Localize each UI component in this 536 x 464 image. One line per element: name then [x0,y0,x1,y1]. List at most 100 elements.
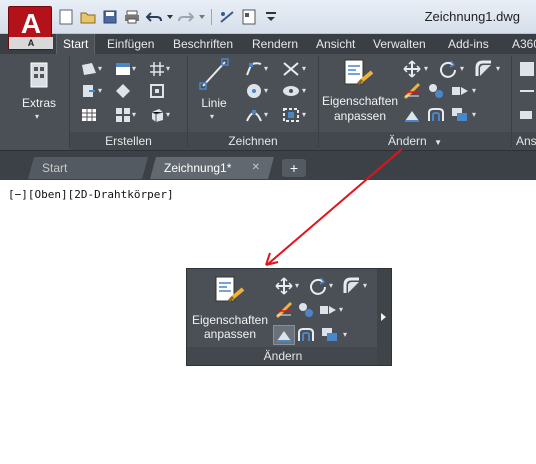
region-icon[interactable] [114,82,132,100]
annotation-dimension-icon[interactable] [518,82,536,100]
line-dropdown-icon[interactable]: ▾ [210,112,214,121]
open-folder-icon[interactable] [78,7,98,27]
save-icon[interactable] [100,7,120,27]
array-icon[interactable] [451,106,469,124]
3d-solid-icon[interactable] [148,106,166,124]
block-icon[interactable] [114,60,132,78]
ellipse-dropdown-icon[interactable]: ▾ [302,86,306,95]
3d-solid-dropdown-icon[interactable]: ▾ [166,110,170,119]
gradient-icon[interactable] [114,106,132,124]
properties-match-icon-enlarged[interactable] [213,275,247,307]
rectangle-dropdown-icon[interactable]: ▾ [98,64,102,73]
file-tab-start[interactable]: Start [28,157,148,179]
mirror-dropdown-icon-enlarged[interactable]: ▾ [339,305,343,314]
tab-beschriften[interactable]: Beschriften [167,34,239,54]
copy-icon-enlarged[interactable] [297,301,315,319]
annotation-text-icon[interactable] [518,60,536,78]
rectangle-icon[interactable] [80,60,98,78]
redo-dropdown-icon[interactable] [198,7,206,27]
rotate-icon-enlarged[interactable] [309,277,327,295]
properties-match-icon[interactable] [342,58,376,90]
offset-icon[interactable] [427,106,445,124]
extras-icon[interactable] [26,60,52,90]
extras-dropdown-icon[interactable]: ▾ [35,112,39,121]
new-file-icon[interactable] [56,7,76,27]
rectangle-select-dropdown-icon[interactable]: ▾ [302,110,306,119]
rectangle-select-icon[interactable] [282,106,300,124]
fillet-dropdown-icon[interactable]: ▾ [496,64,500,73]
rotate-icon[interactable] [439,60,457,78]
fillet-icon-enlarged[interactable] [343,277,361,295]
trim-icon-enlarged[interactable] [275,301,293,319]
line-icon[interactable] [199,58,229,90]
mirror-icon-enlarged[interactable] [319,301,337,319]
file-tab-zeichnung1[interactable]: Zeichnung1* ✕ [150,157,274,179]
workspace-icon[interactable] [239,7,259,27]
insert-dropdown-icon[interactable]: ▾ [98,86,102,95]
extras-label: Extras [21,96,56,110]
mirror-icon[interactable] [451,82,469,100]
mirror-dropdown-icon[interactable]: ▾ [472,86,476,95]
new-tab-button[interactable]: + [282,159,306,177]
array-dropdown-icon[interactable]: ▾ [472,110,476,119]
aendern-panel-dropdown-icon[interactable]: ▼ [434,138,442,147]
tab-rendern[interactable]: Rendern [246,34,304,54]
fillet-icon[interactable] [475,60,493,78]
rotate-dropdown-icon-enlarged[interactable]: ▾ [329,281,333,290]
ellipse-icon[interactable] [282,82,300,100]
circle-dropdown-icon[interactable]: ▾ [264,86,268,95]
undo-icon[interactable] [144,7,164,27]
close-tab-icon[interactable]: ✕ [252,157,260,179]
tab-add-ins[interactable]: Add-ins [442,34,495,54]
arc-icon[interactable] [245,106,263,124]
tab-verwalten[interactable]: Verwalten [367,34,432,54]
table-icon[interactable] [80,106,98,124]
array-dropdown-icon-enlarged[interactable]: ▾ [343,330,347,339]
gradient-dropdown-icon[interactable]: ▾ [132,110,136,119]
viewport-controls-label[interactable]: [−][Oben][2D-Drahtkörper] [8,188,174,201]
arc-dropdown-icon[interactable]: ▾ [264,110,268,119]
annotation-leader-icon[interactable] [518,106,536,124]
fillet-dropdown-icon-enlarged[interactable]: ▾ [363,281,367,290]
properties-match-label-enlarged-2: anpassen [203,327,257,341]
copy-icon[interactable] [427,82,445,100]
app-logo-letter: A [20,8,42,39]
ribbon-panels: Extras ▾ ▾ ▾ ▾ ▾ ▾ ▾ Erstellen Linie ▾ ▾… [0,54,536,150]
offset-icon-enlarged[interactable] [297,326,315,344]
polyline-icon[interactable] [245,60,263,78]
move-dropdown-icon[interactable]: ▾ [424,64,428,73]
rotate-dropdown-icon[interactable]: ▾ [460,64,464,73]
tab-start[interactable]: Start [56,34,96,54]
tab-einfuegen[interactable]: Einfügen [101,34,160,54]
share-icon[interactable] [217,7,237,27]
trim-icon[interactable] [403,82,421,100]
hatch-dropdown-icon[interactable]: ▾ [166,64,170,73]
hatch-icon[interactable] [148,60,166,78]
application-menu-button[interactable]: A A [8,6,53,50]
array-icon-enlarged[interactable] [321,326,339,344]
customize-toolbar-icon[interactable] [261,7,281,27]
zeichnen-panel-title: Zeichnen [188,132,318,150]
block-dropdown-icon[interactable]: ▾ [132,64,136,73]
aendern-panel-title[interactable]: Ändern ▼ [319,132,511,150]
ribbon-tab-bar: Start Einfügen Beschriften Rendern Ansic… [0,34,536,54]
circle-icon[interactable] [245,82,263,100]
insert-icon[interactable] [80,82,98,100]
move-dropdown-icon-enlarged[interactable]: ▾ [295,281,299,290]
panel-expander[interactable] [377,269,391,365]
tab-a360[interactable]: A360 [506,34,536,54]
undo-dropdown-icon[interactable] [166,7,174,27]
stretch-icon-enlarged[interactable] [273,325,295,345]
move-icon-enlarged[interactable] [275,277,293,295]
print-icon[interactable] [122,7,142,27]
stretch-icon[interactable] [403,106,421,124]
construction-line-icon[interactable] [282,60,300,78]
construction-line-dropdown-icon[interactable]: ▾ [302,64,306,73]
properties-match-label-enlarged-1: Eigenschaften [191,313,269,327]
move-icon[interactable] [403,60,421,78]
polyline-dropdown-icon[interactable]: ▾ [264,64,268,73]
redo-icon[interactable] [176,7,196,27]
tab-ansicht[interactable]: Ansicht [310,34,361,54]
properties-match-label-2: anpassen [333,109,387,123]
boundary-icon[interactable] [148,82,166,100]
